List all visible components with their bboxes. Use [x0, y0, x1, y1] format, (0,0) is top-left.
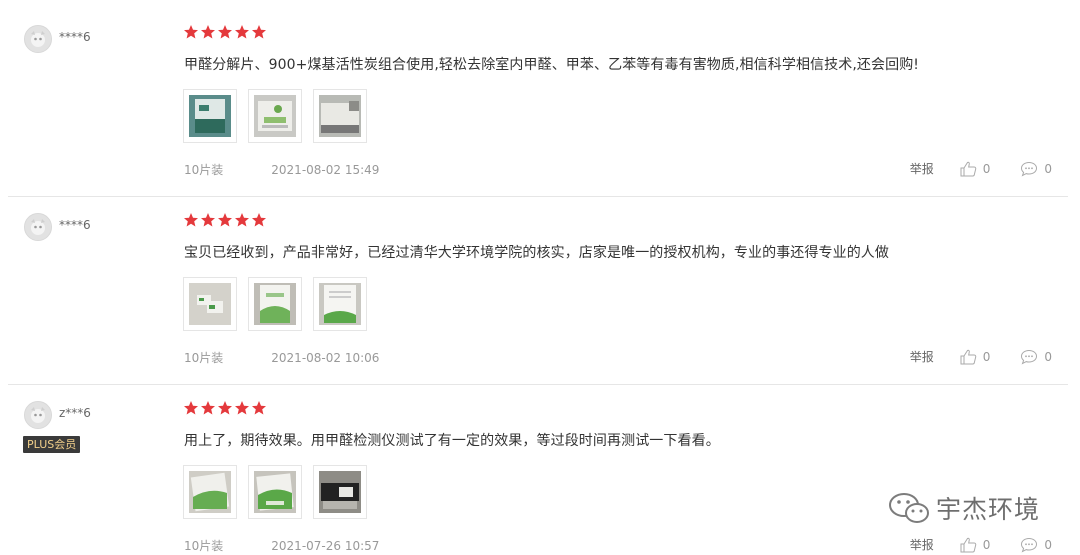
username: z***6 [59, 406, 91, 420]
like-button[interactable]: 0 [960, 349, 991, 365]
username: ****6 [59, 30, 91, 44]
rating-stars [183, 400, 267, 416]
review-divider [8, 196, 1068, 197]
report-link[interactable]: 举报 [910, 536, 934, 553]
review-image[interactable] [183, 277, 237, 331]
star-icon [184, 401, 198, 415]
star-icon [184, 213, 198, 227]
thumbs-up-icon [960, 349, 976, 364]
product-spec: 10片装 [184, 539, 224, 553]
review-text: 甲醛分解片、900+煤基活性炭组合使用,轻松去除室内甲醛、甲苯、乙苯等有毒有害物… [184, 57, 920, 73]
star-icon [252, 401, 266, 415]
comment-count: 0 [1044, 349, 1052, 364]
rating-stars [183, 212, 267, 228]
comment-button[interactable]: 0 [1020, 161, 1052, 177]
review-image[interactable] [183, 465, 237, 519]
plus-member-badge: PLUS会员 [23, 436, 81, 453]
review-divider [8, 384, 1068, 385]
comment-bubble-icon [1021, 161, 1038, 177]
comment-bubble-icon [1021, 349, 1038, 365]
like-count: 0 [982, 537, 991, 552]
star-icon [252, 213, 266, 227]
review-date: 2021-08-02 15:49 [271, 163, 380, 177]
like-count: 0 [982, 161, 991, 176]
avatar[interactable] [24, 401, 52, 429]
review-image[interactable] [313, 89, 367, 143]
star-icon [184, 25, 198, 39]
review-meta: 10片装 2021-08-02 15:49 [184, 161, 379, 178]
review-image[interactable] [248, 465, 302, 519]
review-meta: 10片装 2021-07-26 10:57 [184, 537, 379, 554]
like-button[interactable]: 0 [960, 537, 991, 553]
review-date: 2021-07-26 10:57 [271, 539, 380, 553]
review-image[interactable] [313, 277, 367, 331]
avatar[interactable] [24, 25, 52, 53]
review-image[interactable] [183, 89, 237, 143]
star-icon [201, 25, 215, 39]
username: ****6 [59, 218, 91, 232]
wechat-watermark: 宇杰环境 [888, 490, 1040, 526]
comment-button[interactable]: 0 [1020, 537, 1052, 553]
review-text: 用上了，期待效果。用甲醛检测仪测试了有一定的效果，等过段时间再测试一下看看。 [184, 433, 720, 449]
comment-bubble-icon [1021, 537, 1038, 553]
thumbs-up-icon [960, 161, 976, 176]
review-actions: 举报 0 0 [910, 348, 1052, 365]
review-meta: 10片装 2021-08-02 10:06 [184, 349, 379, 366]
wechat-icon [889, 493, 929, 523]
comment-count: 0 [1044, 161, 1052, 176]
review-actions: 举报 0 0 [910, 536, 1052, 553]
review-text: 宝贝已经收到，产品非常好，已经过清华大学环境学院的核实，店家是唯一的授权机构，专… [184, 245, 889, 261]
star-icon [218, 25, 232, 39]
star-icon [201, 213, 215, 227]
star-icon [218, 213, 232, 227]
review-image[interactable] [248, 277, 302, 331]
comment-button[interactable]: 0 [1020, 349, 1052, 365]
review-date: 2021-08-02 10:06 [271, 351, 380, 365]
star-icon [201, 401, 215, 415]
like-count: 0 [982, 349, 991, 364]
report-link[interactable]: 举报 [910, 160, 934, 177]
review-actions: 举报 0 0 [910, 160, 1052, 177]
review-image[interactable] [313, 465, 367, 519]
star-icon [235, 213, 249, 227]
review-images [183, 277, 367, 331]
star-icon [252, 25, 266, 39]
report-link[interactable]: 举报 [910, 348, 934, 365]
like-button[interactable]: 0 [960, 161, 991, 177]
star-icon [235, 25, 249, 39]
review-images [183, 465, 367, 519]
watermark-text: 宇杰环境 [936, 495, 1041, 524]
comment-count: 0 [1044, 537, 1052, 552]
star-icon [218, 401, 232, 415]
avatar[interactable] [24, 213, 52, 241]
thumbs-up-icon [960, 537, 976, 552]
review-images [183, 89, 367, 143]
product-spec: 10片装 [184, 351, 224, 365]
rating-stars [183, 24, 267, 40]
review-image[interactable] [248, 89, 302, 143]
star-icon [235, 401, 249, 415]
product-spec: 10片装 [184, 163, 224, 177]
